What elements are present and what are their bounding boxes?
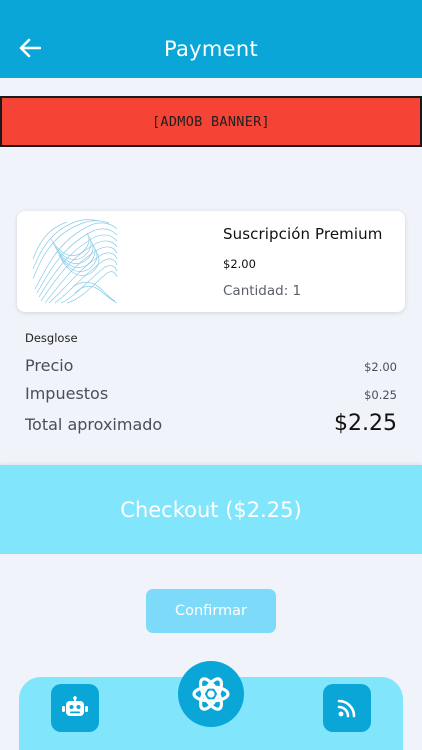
nav-robot-button[interactable] — [51, 684, 99, 732]
product-name: Suscripción Premium — [223, 225, 383, 243]
checkout-button[interactable]: Checkout ($2.25) — [0, 465, 422, 554]
nav-rss-button[interactable] — [323, 684, 371, 732]
app-header: Payment — [0, 0, 422, 78]
nav-atom-button[interactable] — [178, 661, 244, 727]
page-title: Payment — [163, 37, 259, 61]
total-value: $2.25 — [334, 411, 397, 436]
payment-screen: Payment [ADMOB BANNER] Suscripción Premi… — [0, 0, 422, 750]
wave-lines-image — [32, 219, 118, 304]
price-label: Precio — [25, 356, 74, 375]
atom-icon — [192, 677, 230, 711]
ad-banner[interactable]: [ADMOB BANNER] — [0, 96, 422, 147]
confirm-button[interactable]: Confirmar — [146, 589, 276, 633]
tax-label: Impuestos — [25, 384, 109, 403]
total-label: Total aproximado — [25, 415, 163, 434]
tax-value: $0.25 — [364, 388, 397, 402]
product-card: Suscripción Premium $2.00 Cantidad: 1 — [17, 211, 405, 312]
product-quantity: Cantidad: 1 — [223, 283, 302, 299]
robot-icon — [62, 696, 88, 716]
product-price: $2.00 — [223, 257, 256, 271]
price-value: $2.00 — [364, 360, 397, 374]
breakdown-title: Desglose — [25, 331, 78, 345]
rss-icon — [337, 699, 356, 718]
